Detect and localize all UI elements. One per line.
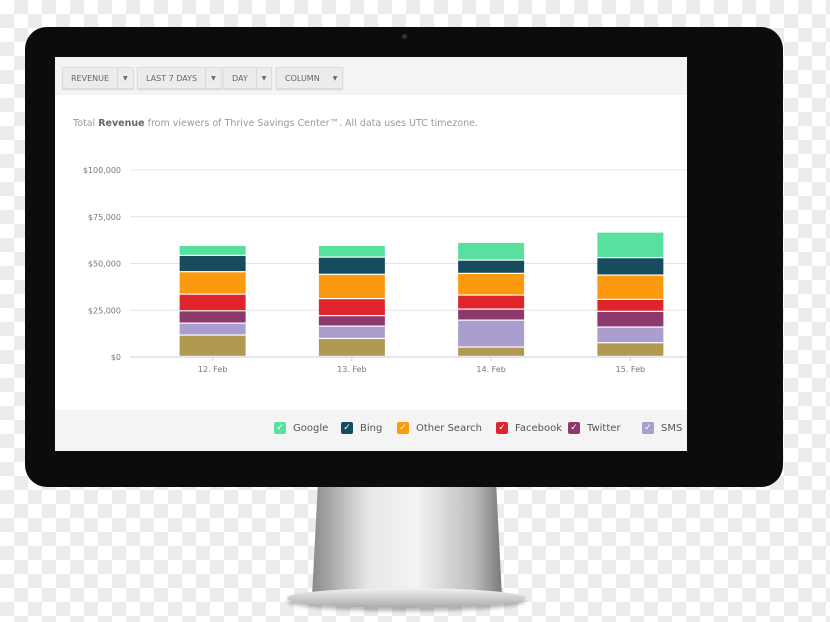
bar-segment	[458, 273, 525, 295]
bar-segment	[318, 339, 385, 356]
legend-label: Facebook	[515, 422, 562, 434]
bar-segment	[458, 309, 525, 320]
bar-segment	[318, 316, 385, 326]
legend-item-facebook[interactable]: ✓ Facebook	[496, 422, 562, 434]
legend-item-other-search[interactable]: ✓ Other Search	[397, 422, 482, 434]
y-tick-label: $0	[111, 353, 121, 362]
checkbox-icon[interactable]: ✓	[642, 422, 654, 434]
checkbox-icon[interactable]: ✓	[397, 422, 409, 434]
checkbox-icon[interactable]: ✓	[568, 422, 580, 434]
bar-segment	[318, 299, 385, 316]
x-tick-label: 13. Feb	[337, 365, 366, 374]
legend-label: Other Search	[416, 422, 482, 434]
bar-segment	[597, 299, 664, 311]
bar-segment	[179, 335, 246, 356]
legend-item-bing[interactable]: ✓ Bing	[341, 422, 382, 434]
bar-segment	[597, 258, 664, 275]
bar-segment	[458, 242, 525, 260]
checkbox-icon[interactable]: ✓	[341, 422, 353, 434]
bar-segment	[179, 245, 246, 255]
legend-item-sms[interactable]: ✓ SMS	[642, 422, 682, 434]
y-tick-label: $25,000	[88, 306, 121, 315]
bar-segment	[597, 343, 664, 356]
legend-label: SMS	[661, 422, 683, 434]
camera-icon	[402, 34, 407, 39]
y-tick-label: $75,000	[88, 213, 121, 222]
bar-segment	[597, 327, 664, 343]
legend-label: Bing	[360, 422, 383, 434]
stacked-bar-chart: $0 $25,000 $50,000 $75,000 $100,000 12. Feb 13…	[83, 166, 687, 374]
legend-item-google[interactable]: ✓ Google	[274, 422, 328, 434]
legend: ✓ Google ✓ Bing ✓ Other Search ✓ Facebook ✓ Twitt…	[55, 410, 687, 451]
y-tick-label: $100,000	[83, 166, 121, 175]
screen: REVENUE ▼ LAST 7 DAYS ▼ DAY ▼ COLUMN ▼ T…	[55, 57, 687, 451]
bar-segment	[318, 274, 385, 299]
monitor-base	[287, 588, 525, 608]
bar-segment	[179, 272, 246, 294]
bar-segment	[179, 323, 246, 335]
bar-segment	[597, 311, 664, 327]
bar-segment	[179, 294, 246, 311]
x-tick-label: 14. Feb	[476, 365, 505, 374]
legend-label: Twitter	[587, 422, 621, 434]
bar-segment	[179, 311, 246, 323]
bar-segment	[179, 256, 246, 272]
x-tick-label: 12. Feb	[198, 365, 227, 374]
bar-segment	[458, 320, 525, 347]
bar-segment	[597, 275, 664, 299]
bar-segment	[318, 326, 385, 338]
monitor-stand	[312, 487, 502, 597]
y-tick-label: $50,000	[88, 260, 121, 269]
legend-item-twitter[interactable]: ✓ Twitter	[568, 422, 621, 434]
checkbox-icon[interactable]: ✓	[274, 422, 286, 434]
bar-segment	[458, 347, 525, 356]
bar-segment	[458, 260, 525, 273]
bar-segment	[458, 295, 525, 309]
bar-segment	[318, 245, 385, 257]
bar-segment	[318, 257, 385, 274]
x-tick-label: 15. Feb	[616, 365, 645, 374]
bar-segment	[597, 232, 664, 258]
legend-label: Google	[293, 422, 329, 434]
checkbox-icon[interactable]: ✓	[496, 422, 508, 434]
